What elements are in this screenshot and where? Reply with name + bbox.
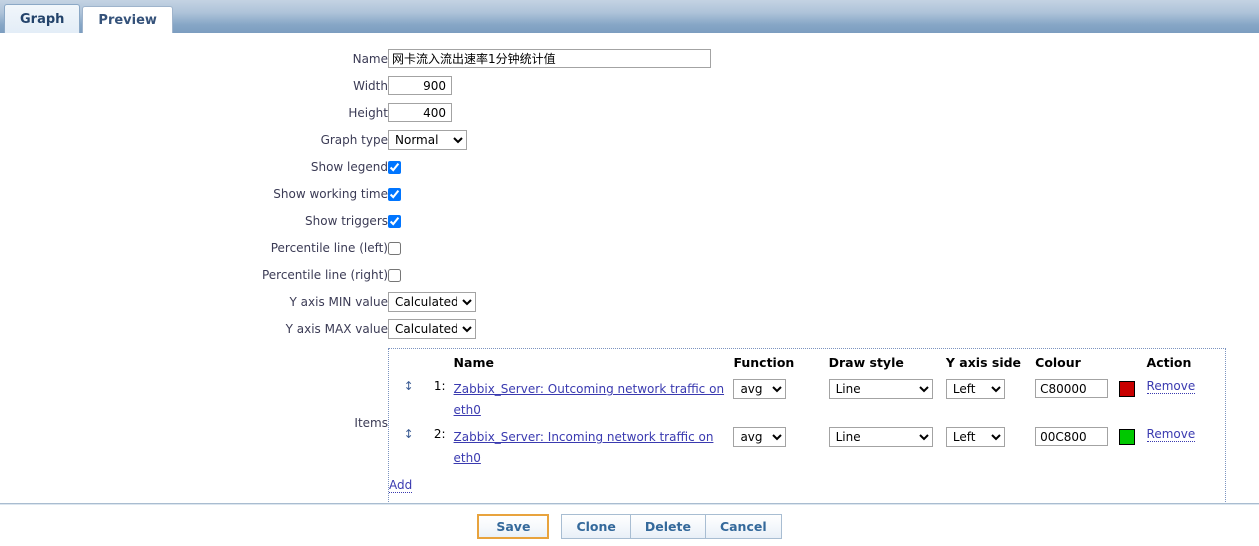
graph-form: Name Width Height Graph type Normal Show… — [0, 33, 1259, 504]
row-y-axis-max: Y axis MAX value Calculated — [0, 315, 1226, 342]
height-input[interactable] — [388, 103, 452, 122]
show-working-time-label: Show working time — [273, 186, 388, 201]
footer-buttons: Save Clone Delete Cancel — [0, 514, 1259, 539]
items-header-y-axis-side: Y axis side — [945, 355, 1022, 370]
item-remove-link[interactable]: Remove — [1146, 379, 1196, 394]
show-working-time-checkbox[interactable] — [388, 187, 401, 201]
item-index: 2: — [433, 427, 446, 441]
save-button[interactable]: Save — [477, 514, 550, 539]
graph-form-table: Name Width Height Graph type Normal Show… — [0, 45, 1226, 504]
items-label: Items — [354, 416, 388, 430]
items-header-action: Action — [1146, 355, 1192, 370]
name-input[interactable] — [388, 49, 711, 68]
items-header-row: Name Function Draw style Y axis side Col… — [389, 353, 1225, 376]
drag-handle-icon[interactable]: ↕ — [404, 427, 414, 441]
item-draw-style-select[interactable]: Line — [828, 379, 933, 399]
item-remove-link[interactable]: Remove — [1146, 427, 1196, 442]
items-header-colour: Colour — [1035, 355, 1081, 370]
show-legend-checkbox[interactable] — [388, 160, 401, 174]
tab-graph-label: Graph — [20, 12, 65, 27]
tab-preview[interactable]: Preview — [82, 6, 173, 33]
items-header-name: Name — [453, 355, 494, 370]
row-percentile-left: Percentile line (left) — [0, 234, 1226, 261]
items-add-row: Add — [389, 472, 1225, 495]
items-header-index — [420, 353, 453, 376]
item-colour-input[interactable] — [1035, 379, 1109, 398]
item-function-select[interactable]: avg — [733, 379, 787, 399]
item-colour-swatch[interactable] — [1118, 381, 1135, 397]
row-show-working-time: Show working time — [0, 180, 1226, 207]
show-legend-label: Show legend — [310, 159, 388, 174]
y-axis-max-label: Y axis MAX value — [285, 321, 388, 336]
row-y-axis-min: Y axis MIN value Calculated — [0, 288, 1226, 315]
show-triggers-checkbox[interactable] — [388, 214, 401, 228]
row-graph-type: Graph type Normal — [0, 126, 1226, 153]
tab-bar: Graph Preview — [0, 0, 1259, 33]
width-input[interactable] — [388, 76, 452, 95]
item-function-select[interactable]: avg — [733, 427, 787, 447]
name-label: Name — [352, 51, 388, 66]
item-y-axis-side-select[interactable]: Left — [945, 427, 1005, 447]
item-name-link[interactable]: Zabbix_Server: Incoming network traffic … — [454, 430, 714, 465]
row-width: Width — [0, 72, 1226, 99]
item-colour-input[interactable] — [1035, 427, 1109, 446]
table-row: ↕ 1: Zabbix_Server: Outcoming network tr… — [389, 376, 1225, 424]
percentile-right-label: Percentile line (right) — [261, 267, 388, 282]
secondary-button-group: Clone Delete Cancel — [561, 514, 782, 539]
footer-separator — [0, 503, 1259, 505]
row-show-legend: Show legend — [0, 153, 1226, 180]
tab-graph[interactable]: Graph — [4, 4, 81, 33]
y-axis-max-select[interactable]: Calculated — [388, 318, 476, 339]
delete-button[interactable]: Delete — [629, 514, 706, 539]
cancel-button[interactable]: Cancel — [704, 514, 782, 539]
row-height: Height — [0, 99, 1226, 126]
items-table: Name Function Draw style Y axis side Col… — [389, 353, 1225, 495]
table-row: ↕ 2: Zabbix_Server: Incoming network tra… — [389, 424, 1225, 472]
graph-type-select[interactable]: Normal — [388, 129, 467, 150]
percentile-left-label: Percentile line (left) — [270, 240, 388, 255]
item-draw-style-select[interactable]: Line — [828, 427, 933, 447]
row-percentile-right: Percentile line (right) — [0, 261, 1226, 288]
percentile-left-checkbox[interactable] — [388, 241, 401, 255]
item-colour-swatch[interactable] — [1118, 429, 1135, 445]
item-y-axis-side-select[interactable]: Left — [945, 379, 1005, 399]
percentile-right-checkbox[interactable] — [388, 268, 401, 282]
y-axis-min-select[interactable]: Calculated — [388, 291, 476, 312]
graph-type-label: Graph type — [320, 132, 388, 147]
items-header-draw-style: Draw style — [828, 355, 904, 370]
tab-preview-label: Preview — [98, 13, 157, 28]
items-header-function: Function — [733, 355, 795, 370]
clone-button[interactable]: Clone — [561, 514, 631, 539]
row-show-triggers: Show triggers — [0, 207, 1226, 234]
item-index: 1: — [433, 379, 446, 393]
y-axis-min-label: Y axis MIN value — [289, 294, 388, 309]
row-name: Name — [0, 45, 1226, 72]
add-item-link[interactable]: Add — [389, 478, 413, 493]
item-name-link[interactable]: Zabbix_Server: Outcoming network traffic… — [454, 382, 725, 417]
row-items: Items Name Function Draw style Y axis si… — [0, 342, 1226, 504]
width-label: Width — [353, 78, 388, 93]
footer: Save Clone Delete Cancel — [0, 503, 1259, 539]
items-box: Name Function Draw style Y axis side Col… — [388, 348, 1226, 504]
items-header-drag — [389, 353, 420, 376]
drag-handle-icon[interactable]: ↕ — [404, 379, 414, 393]
show-triggers-label: Show triggers — [305, 213, 388, 228]
height-label: Height — [348, 105, 388, 120]
